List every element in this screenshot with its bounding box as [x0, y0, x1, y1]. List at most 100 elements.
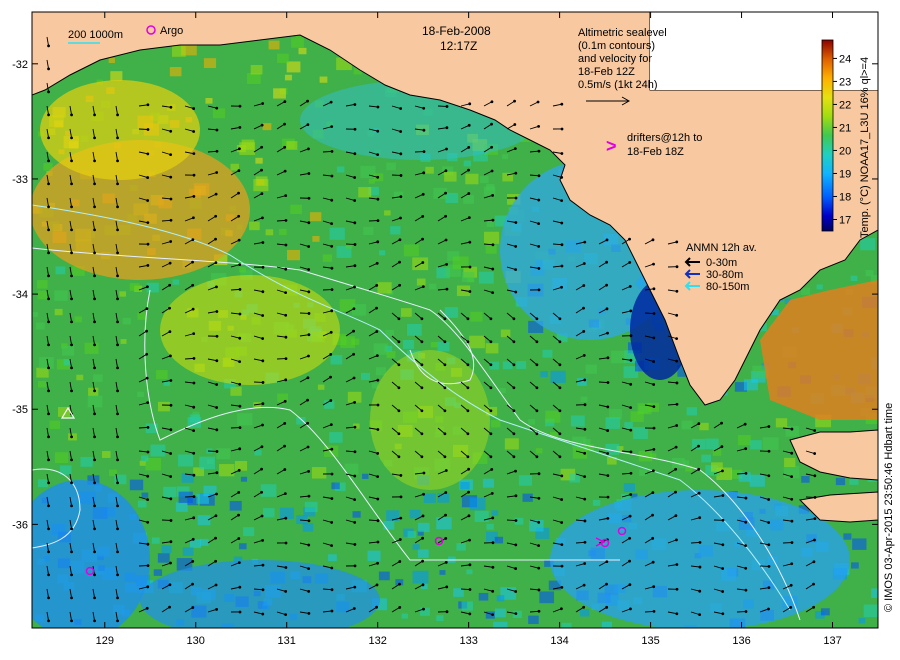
- velocity-arrow-head: [284, 194, 288, 198]
- sst-pixel: [436, 615, 444, 622]
- velocity-arrow-head: [93, 228, 96, 232]
- velocity-arrow-head: [535, 455, 539, 459]
- velocity-arrow-head: [467, 514, 471, 518]
- velocity-arrow-head: [116, 297, 119, 301]
- velocity-arrow-head: [489, 363, 493, 367]
- velocity-arrow-head: [146, 128, 150, 131]
- sst-pixel: [237, 413, 253, 426]
- sst-pixel: [286, 61, 301, 73]
- velocity-arrow-head: [675, 359, 679, 363]
- sst-pixel: [437, 493, 450, 503]
- velocity-arrow-head: [606, 516, 610, 520]
- velocity-arrow-head: [467, 467, 471, 471]
- velocity-arrow-head: [582, 330, 586, 333]
- velocity-arrow-head: [283, 468, 287, 471]
- velocity-arrow-head: [353, 176, 357, 179]
- velocity-arrow-head: [514, 171, 518, 175]
- velocity-arrow-head: [514, 196, 518, 200]
- sst-pixel: [161, 545, 172, 554]
- velocity-arrow-head: [146, 425, 150, 429]
- velocity-arrow-head: [375, 306, 378, 310]
- sst-pixel: [860, 238, 876, 251]
- velocity-arrow-head: [93, 320, 96, 324]
- velocity-arrow-head: [721, 590, 725, 593]
- velocity-arrow-head: [744, 566, 748, 570]
- sst-pixel: [243, 527, 255, 537]
- sst-pixel: [711, 462, 723, 472]
- velocity-arrow-head: [47, 159, 50, 163]
- sst-pixel: [171, 45, 186, 57]
- velocity-arrow-head: [422, 492, 425, 496]
- velocity-arrow-head: [47, 504, 50, 508]
- velocity-arrow-head: [491, 565, 495, 569]
- velocity-arrow-head: [307, 354, 310, 358]
- sst-pixel: [516, 361, 527, 369]
- sst-pixel: [504, 438, 519, 450]
- velocity-arrow-head: [283, 169, 287, 173]
- date-label: 18-Feb-2008: [422, 24, 491, 38]
- velocity-arrow-head: [192, 381, 196, 385]
- velocity-arrow-head: [215, 406, 219, 409]
- velocity-arrow-head: [582, 605, 586, 609]
- sst-pixel: [93, 374, 103, 382]
- velocity-arrow-head: [214, 261, 218, 265]
- sst-pixel: [579, 609, 590, 617]
- sst-pixel: [310, 212, 322, 222]
- sst-pixel: [262, 123, 272, 131]
- velocity-arrow-head: [721, 494, 725, 497]
- velocity-arrow-head: [443, 455, 447, 459]
- velocity-arrow-head: [169, 218, 173, 222]
- velocity-arrow-head: [93, 366, 96, 370]
- velocity-arrow-head: [697, 491, 701, 495]
- velocity-arrow-head: [93, 596, 96, 600]
- sst-pixel: [55, 266, 66, 275]
- velocity-arrow-head: [443, 317, 447, 321]
- velocity-arrow-head: [283, 444, 286, 448]
- velocity-arrow-head: [490, 492, 494, 495]
- velocity-arrow-head: [116, 619, 119, 623]
- velocity-arrow-head: [420, 340, 424, 344]
- sst-pixel: [54, 452, 69, 464]
- sst-pixel: [605, 417, 621, 429]
- velocity-arrow-head: [375, 583, 379, 587]
- velocity-arrow-head: [698, 589, 702, 593]
- velocity-arrow-head: [238, 336, 242, 340]
- sst-pixel: [296, 416, 306, 425]
- velocity-arrow-head: [215, 428, 219, 432]
- velocity-arrow-head: [651, 536, 655, 540]
- velocity-arrow-head: [116, 343, 119, 347]
- colorbar-tick-label: 23: [839, 76, 851, 88]
- sst-pixel: [304, 501, 318, 513]
- velocity-arrow-head: [169, 475, 173, 478]
- velocity-arrow-head: [93, 504, 96, 508]
- velocity-arrow-head: [489, 317, 493, 321]
- velocity-arrow-head: [698, 565, 702, 569]
- sst-pixel: [240, 476, 248, 482]
- velocity-arrow-head: [536, 100, 540, 104]
- sst-pixel: [290, 204, 302, 215]
- velocity-arrow-head: [330, 198, 334, 202]
- sst-pixel: [738, 435, 751, 446]
- velocity-arrow-head: [399, 195, 403, 199]
- velocity-arrow-head: [47, 527, 50, 531]
- velocity-arrow-head: [169, 354, 172, 358]
- sst-pixel: [361, 372, 371, 381]
- sst-pixel: [444, 171, 457, 182]
- sst-pixel: [469, 335, 485, 349]
- lon-tick-label: 129: [96, 635, 114, 647]
- sst-pixel: [37, 380, 47, 388]
- sst-pixel: [276, 53, 289, 64]
- sst-pixel: [352, 511, 361, 518]
- velocity-arrow-head: [560, 102, 564, 106]
- velocity-arrow-head: [70, 458, 73, 462]
- velocity-arrow-head: [192, 356, 196, 360]
- sst-pixel: [465, 173, 479, 185]
- velocity-arrow-head: [376, 240, 380, 244]
- velocity-arrow-head: [512, 363, 516, 367]
- velocity-arrow-head: [514, 543, 518, 547]
- velocity-arrow-head: [537, 198, 541, 202]
- velocity-arrow-head: [444, 169, 448, 173]
- velocity-arrow-head: [353, 199, 357, 202]
- velocity-arrow-head: [744, 447, 748, 451]
- velocity-arrow-head: [330, 521, 334, 524]
